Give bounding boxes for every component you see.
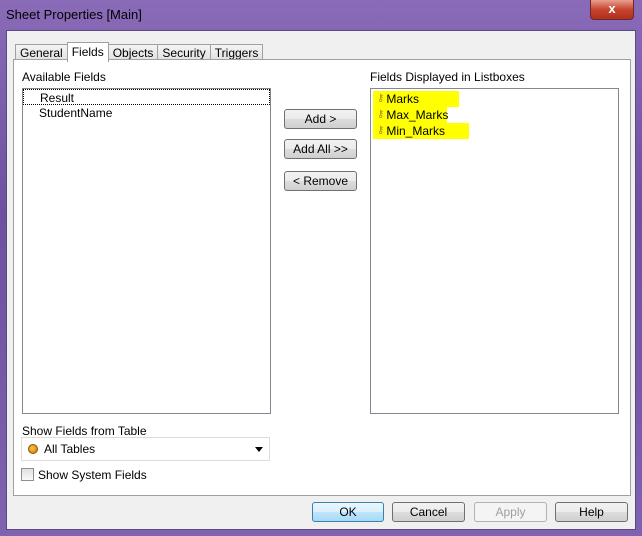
key-icon: ⚷ <box>377 93 385 104</box>
list-item[interactable]: StudentName <box>23 105 270 121</box>
help-button[interactable]: Help <box>555 502 628 522</box>
key-icon: ⚷ <box>377 109 385 120</box>
remove-button[interactable]: < Remove <box>284 171 357 191</box>
displayed-fields-list[interactable]: ⚷ Marks ⚷ Max_Marks ⚷ Min_Marks <box>370 88 619 414</box>
table-filter-dropdown[interactable]: All Tables <box>21 437 270 461</box>
cancel-button[interactable]: Cancel <box>392 502 465 522</box>
fields-tab-panel: Available Fields Result StudentName Fiel… <box>13 59 631 496</box>
apply-button[interactable]: Apply <box>474 502 547 522</box>
list-item[interactable]: ⚷ Max_Marks <box>373 107 449 123</box>
tab-fields[interactable]: Fields <box>66 42 109 62</box>
show-system-fields-checkbox[interactable] <box>21 468 34 481</box>
list-item[interactable]: ⚷ Min_Marks <box>373 123 469 139</box>
window-title: Sheet Properties [Main] <box>6 7 142 22</box>
item-label: Min_Marks <box>386 124 446 138</box>
item-label: Marks <box>386 92 419 106</box>
key-icon: ⚷ <box>377 125 385 136</box>
add-button[interactable]: Add > <box>284 109 357 129</box>
dropdown-value: All Tables <box>44 442 96 456</box>
list-item[interactable]: ⚷ Marks <box>373 91 459 107</box>
list-item[interactable]: Result <box>23 89 270 105</box>
ok-button[interactable]: OK <box>312 502 384 522</box>
dialog-window: Sheet Properties [Main] x General Fields… <box>0 0 642 536</box>
available-fields-label: Available Fields <box>22 70 106 84</box>
available-fields-list[interactable]: Result StudentName <box>22 88 271 414</box>
dialog-body: General Fields Objects Security Triggers… <box>6 30 636 530</box>
table-filter-label: Show Fields from Table <box>22 424 147 438</box>
item-label: Max_Marks <box>386 108 449 122</box>
table-icon <box>28 444 38 454</box>
show-system-fields-label[interactable]: Show System Fields <box>38 468 147 482</box>
add-all-button[interactable]: Add All >> <box>284 139 357 159</box>
close-button[interactable]: x <box>590 0 634 20</box>
displayed-fields-label: Fields Displayed in Listboxes <box>370 70 525 84</box>
chevron-down-icon <box>255 447 263 452</box>
